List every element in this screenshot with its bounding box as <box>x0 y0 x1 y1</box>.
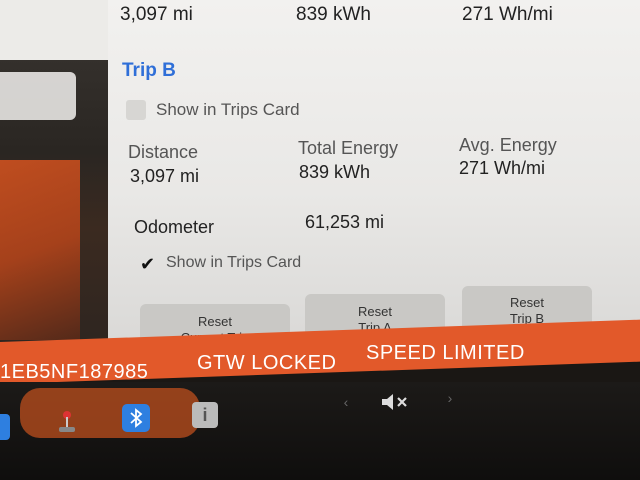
distance-label: Distance <box>128 142 199 162</box>
reset-current-line1: Reset <box>198 314 232 329</box>
top-avg-value: 271 Wh/mi <box>462 4 553 25</box>
top-energy-value: 839 kWh <box>296 4 371 25</box>
chevron-right-icon[interactable]: › <box>444 390 456 406</box>
vin-fragment: 1EB5NF187985 <box>0 361 149 383</box>
trip-b-show-checkbox[interactable] <box>126 100 146 120</box>
dock-orange-reflection <box>20 388 200 438</box>
mute-icon[interactable] <box>380 392 410 412</box>
odometer-checkmark-icon[interactable]: ✔ <box>140 254 155 275</box>
bluetooth-icon[interactable] <box>122 404 150 432</box>
info-icon[interactable]: i <box>192 402 218 428</box>
joystick-icon[interactable] <box>54 408 80 436</box>
odometer-value: 61,253 mi <box>305 212 385 232</box>
reset-a-line1: Reset <box>358 304 392 319</box>
left-panel-card <box>0 72 76 120</box>
trip-b-title: Trip B <box>122 60 176 81</box>
left-screen-strip <box>0 0 108 60</box>
top-distance-value: 3,097 mi <box>120 4 193 25</box>
total-energy-value: 839 kWh <box>299 162 371 182</box>
odometer-show-label[interactable]: Show in Trips Card <box>166 254 301 272</box>
avg-energy-label: Avg. Energy <box>459 135 557 155</box>
speed-limited-text: SPEED LIMITED <box>366 342 525 364</box>
distance-value: 3,097 mi <box>130 166 200 186</box>
reset-b-line1: Reset <box>510 295 544 310</box>
gtw-locked-text: GTW LOCKED <box>197 352 337 374</box>
app-icon-edge[interactable] <box>0 414 10 440</box>
chevron-left-icon[interactable]: ‹ <box>340 394 352 410</box>
trip-b-show-label[interactable]: Show in Trips Card <box>156 100 300 120</box>
total-energy-label: Total Energy <box>298 138 399 158</box>
orange-reflection <box>0 160 80 340</box>
odometer-label: Odometer <box>134 217 215 237</box>
avg-energy-value: 271 Wh/mi <box>459 158 546 178</box>
